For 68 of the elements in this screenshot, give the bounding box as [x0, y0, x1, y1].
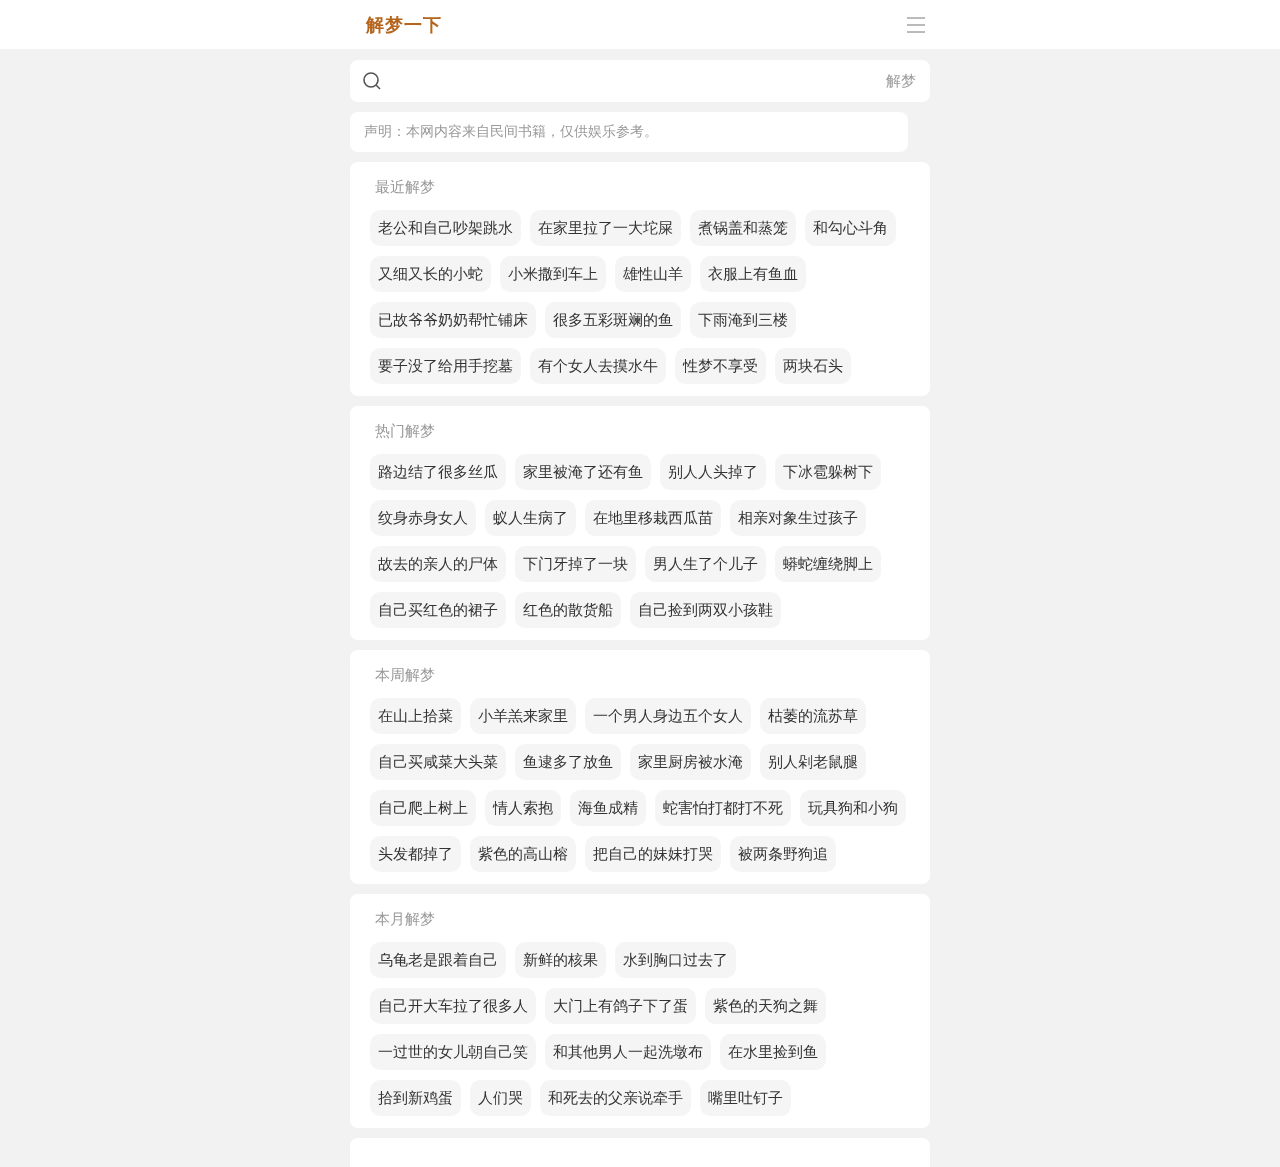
dream-tag[interactable]: 路边结了很多丝瓜 — [370, 454, 506, 490]
section-title: 本月解梦 — [375, 909, 436, 930]
dream-tag[interactable]: 人们哭 — [470, 1080, 531, 1116]
dream-tag[interactable]: 自己捡到两双小孩鞋 — [630, 592, 781, 628]
menu-icon[interactable] — [906, 15, 926, 34]
dream-tag[interactable]: 被两条野狗追 — [730, 836, 836, 872]
dream-tag[interactable]: 有个女人去摸水牛 — [530, 348, 666, 384]
dream-tag[interactable]: 蟒蛇缠绕脚上 — [775, 546, 881, 582]
dream-tag[interactable]: 把自己的妹妹打哭 — [585, 836, 721, 872]
dream-tag[interactable]: 小羊羔来家里 — [470, 698, 576, 734]
dream-tag[interactable]: 头发都掉了 — [370, 836, 461, 872]
dream-tag[interactable]: 自己开大车拉了很多人 — [370, 988, 536, 1024]
dream-tag[interactable]: 相亲对象生过孩子 — [730, 500, 866, 536]
dream-tag[interactable]: 紫色的天狗之舞 — [705, 988, 826, 1024]
dream-tag[interactable]: 男人生了个儿子 — [645, 546, 766, 582]
dream-tag[interactable]: 两块石头 — [775, 348, 851, 384]
dream-tag[interactable]: 海鱼成精 — [570, 790, 646, 826]
dream-tag[interactable]: 下门牙掉了一块 — [515, 546, 636, 582]
dream-tag[interactable]: 下冰雹躲树下 — [775, 454, 881, 490]
dream-tag[interactable]: 别人剁老鼠腿 — [760, 744, 866, 780]
dream-tag[interactable]: 要子没了给用手挖墓 — [370, 348, 521, 384]
dream-tag[interactable]: 自己爬上树上 — [370, 790, 476, 826]
dream-tag[interactable]: 雄性山羊 — [615, 256, 691, 292]
dream-tag[interactable]: 纹身赤身女人 — [370, 500, 476, 536]
dream-tag[interactable]: 紫色的高山榕 — [470, 836, 576, 872]
dream-tag[interactable]: 乌龟老是跟着自己 — [370, 942, 506, 978]
dream-tag[interactable]: 红色的散货船 — [515, 592, 621, 628]
dream-tag[interactable]: 在地里移栽西瓜苗 — [585, 500, 721, 536]
dream-tag[interactable]: 很多五彩斑斓的鱼 — [545, 302, 681, 338]
search-icon — [362, 71, 382, 91]
dream-tag[interactable]: 拾到新鸡蛋 — [370, 1080, 461, 1116]
dream-tag[interactable]: 和其他男人一起洗墩布 — [545, 1034, 711, 1070]
site-logo[interactable]: 解梦一下 — [366, 12, 442, 37]
dream-tag[interactable]: 家里厨房被水淹 — [630, 744, 751, 780]
dream-tag[interactable]: 一个男人身边五个女人 — [585, 698, 751, 734]
dream-tag[interactable]: 嘴里吐钉子 — [700, 1080, 791, 1116]
dream-tag[interactable]: 小米撒到车上 — [500, 256, 606, 292]
dream-tag[interactable]: 情人索抱 — [485, 790, 561, 826]
dream-tag[interactable]: 和死去的父亲说牵手 — [540, 1080, 691, 1116]
dream-tag[interactable]: 性梦不享受 — [675, 348, 766, 384]
dream-tag[interactable]: 在水里捡到鱼 — [720, 1034, 826, 1070]
dream-tag[interactable]: 别人人头掉了 — [660, 454, 766, 490]
dream-tag[interactable]: 故去的亲人的尸体 — [370, 546, 506, 582]
dream-tag[interactable]: 已故爷爷奶奶帮忙铺床 — [370, 302, 536, 338]
dream-tag[interactable]: 新鲜的核果 — [515, 942, 606, 978]
dream-tag[interactable]: 蛇害怕打都打不死 — [655, 790, 791, 826]
dream-tag[interactable]: 枯萎的流苏草 — [760, 698, 866, 734]
dream-tag[interactable]: 自己买红色的裙子 — [370, 592, 506, 628]
section-title: 热门解梦 — [375, 421, 436, 442]
dream-tag[interactable]: 水到胸口过去了 — [615, 942, 736, 978]
section-title: 本周解梦 — [375, 665, 436, 686]
dream-tag[interactable]: 老公和自己吵架跳水 — [370, 210, 521, 246]
dream-tag[interactable]: 又细又长的小蛇 — [370, 256, 491, 292]
dream-tag[interactable]: 玩具狗和小狗 — [800, 790, 906, 826]
dream-tag[interactable]: 蚁人生病了 — [485, 500, 576, 536]
dream-tag[interactable]: 自己买咸菜大头菜 — [370, 744, 506, 780]
dream-tag[interactable]: 鱼逮多了放鱼 — [515, 744, 621, 780]
dream-tag[interactable]: 在家里拉了一大坨屎 — [530, 210, 681, 246]
dream-tag[interactable]: 衣服上有鱼血 — [700, 256, 806, 292]
dream-tag[interactable]: 家里被淹了还有鱼 — [515, 454, 651, 490]
dream-tag[interactable]: 和勾心斗角 — [805, 210, 896, 246]
dream-tag[interactable]: 在山上拾菜 — [370, 698, 461, 734]
dream-tag[interactable]: 下雨淹到三楼 — [690, 302, 796, 338]
section-title: 最近解梦 — [375, 177, 436, 198]
dream-tag[interactable]: 一过世的女儿朝自己笑 — [370, 1034, 536, 1070]
dream-tag[interactable]: 煮锅盖和蒸笼 — [690, 210, 796, 246]
disclaimer-text: 声明：本网内容来自民间书籍，仅供娱乐参考。 — [364, 123, 658, 141]
dream-tag[interactable]: 大门上有鸽子下了蛋 — [545, 988, 696, 1024]
